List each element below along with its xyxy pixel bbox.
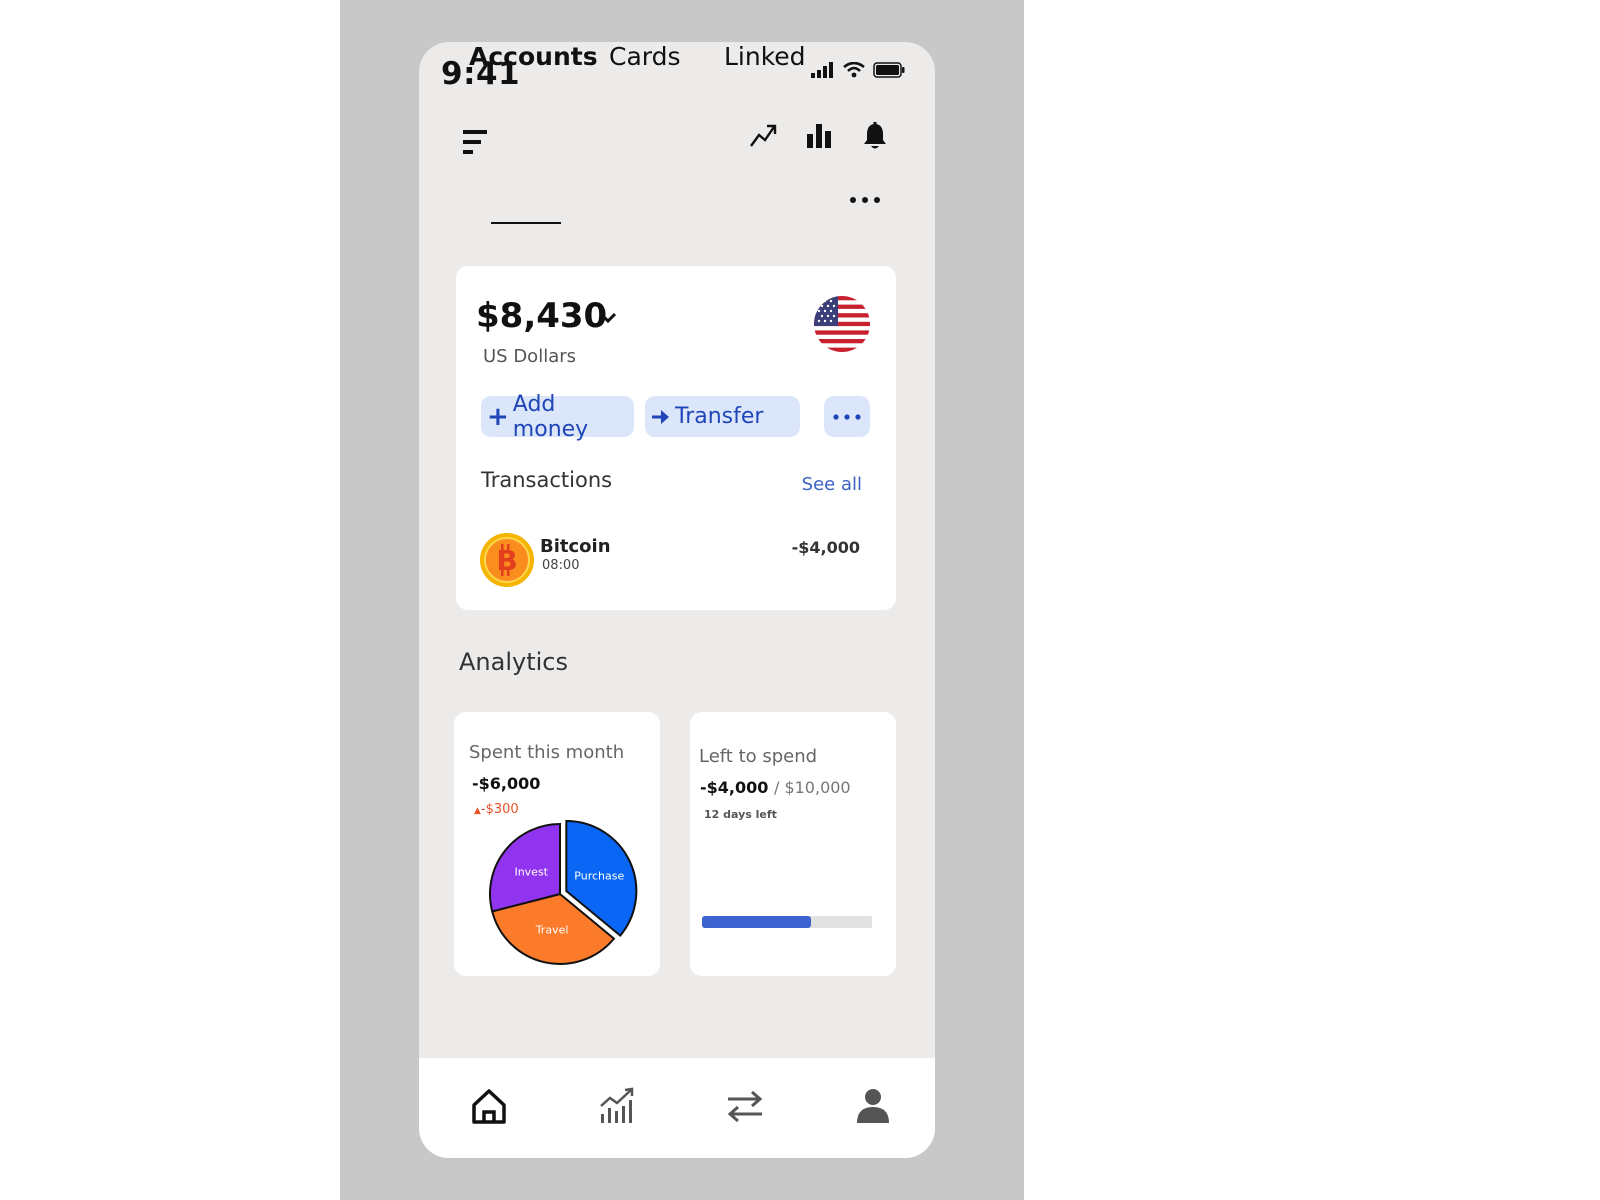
transactions-heading: Transactions — [481, 468, 613, 492]
triangle-up-icon: ▲ — [474, 806, 481, 816]
bottom-nav — [419, 1058, 935, 1158]
arrow-right-icon — [652, 409, 669, 424]
days-left: 12 days left — [704, 808, 777, 821]
left-label: Left to spend — [699, 746, 818, 767]
pie-label-invest: Invest — [514, 866, 548, 879]
see-all-link[interactable]: See all — [802, 474, 862, 495]
bell-icon[interactable] — [859, 120, 891, 152]
battery-icon — [873, 62, 905, 78]
add-money-button[interactable]: + Add money — [481, 392, 634, 442]
tab-linked[interactable]: Linked — [724, 42, 806, 71]
pie-label-purchase: Purchase — [574, 870, 624, 883]
us-flag-icon — [814, 296, 870, 352]
left-to-spend-card[interactable]: Left to spend -$4,000 / $10,000 12 days … — [690, 712, 896, 976]
hamburger-icon[interactable] — [459, 128, 491, 158]
transaction-time: 08:00 — [542, 558, 580, 573]
chevron-down-icon[interactable] — [598, 310, 618, 326]
spent-value: -$6,000 — [472, 774, 541, 793]
left-value: -$4,000 / $10,000 — [700, 778, 851, 797]
phone-screen: 9:41 Accounts Cards Linked $8,430 US Dol… — [419, 42, 935, 1158]
tab-accounts[interactable]: Accounts — [469, 42, 598, 71]
plus-icon: + — [487, 401, 509, 432]
more-icon — [833, 413, 861, 420]
bar-chart-icon[interactable] — [803, 120, 835, 152]
signal-icon — [811, 62, 833, 78]
profile-icon[interactable] — [853, 1086, 893, 1126]
spent-label: Spent this month — [469, 742, 625, 763]
transaction-name[interactable]: Bitcoin — [540, 536, 611, 557]
spent-this-month-card[interactable]: Spent this month -$6,000 ▲-$300 Purchase… — [454, 712, 660, 976]
tab-cards[interactable]: Cards — [609, 42, 681, 71]
transfer-button[interactable]: Transfer — [645, 396, 800, 437]
spending-pie-chart: Purchase Travel Invest — [489, 820, 638, 965]
spent-delta: ▲-$300 — [474, 802, 519, 817]
more-actions-button[interactable] — [824, 396, 870, 437]
balance-amount: $8,430 — [476, 296, 608, 336]
header-actions — [747, 120, 891, 152]
home-icon[interactable] — [469, 1086, 509, 1126]
currency-label: US Dollars — [483, 346, 577, 367]
budget-progress-bar — [702, 916, 872, 928]
transaction-amount: -$4,000 — [791, 538, 860, 557]
trend-icon[interactable] — [747, 120, 779, 152]
more-tabs-icon[interactable] — [845, 192, 885, 208]
status-icons — [811, 62, 905, 78]
spent-delta-value: -$300 — [480, 802, 519, 817]
add-money-label: Add money — [512, 391, 589, 442]
transfer-label: Transfer — [675, 404, 764, 429]
wifi-icon — [843, 62, 865, 78]
analytics-title: Analytics — [459, 648, 568, 676]
bitcoin-icon: B — [480, 533, 534, 587]
transfer-icon[interactable] — [725, 1086, 765, 1126]
left-total: / $10,000 — [773, 778, 851, 797]
budget-progress-fill — [702, 916, 811, 928]
active-tab-indicator — [491, 222, 561, 224]
analytics-icon[interactable] — [597, 1086, 637, 1126]
pie-label-travel: Travel — [535, 924, 569, 937]
left-spent: -$4,000 — [700, 778, 769, 797]
account-card: $8,430 US Dollars + Add money Transfer T… — [456, 266, 896, 610]
